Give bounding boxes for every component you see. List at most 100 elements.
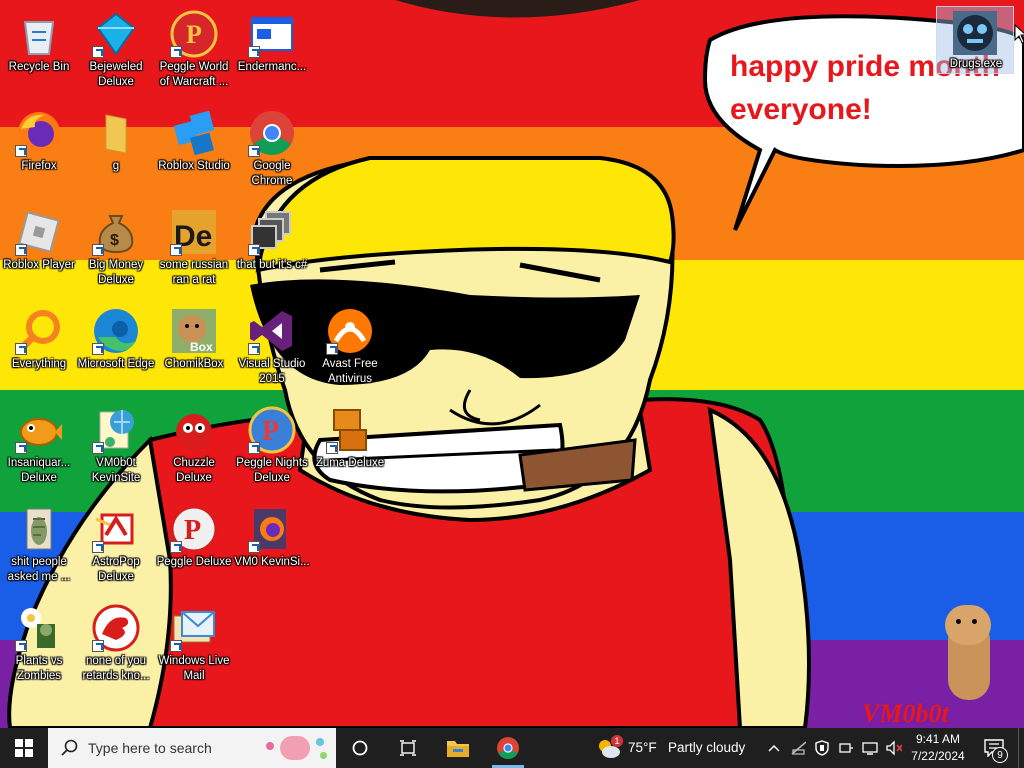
desktop-icon-visual-studio[interactable]: Visual Studio 2015: [233, 299, 311, 391]
search-placeholder: Type here to search: [88, 740, 212, 756]
windows-logo-icon: [15, 739, 33, 757]
weather-text: Partly cloudy: [668, 740, 746, 755]
globe-page-icon: [92, 406, 140, 454]
firefox-doc-icon: [248, 505, 296, 553]
weather-temp: 75°F: [628, 740, 657, 755]
taskbar: Type here to search 1 75°F Partly cloudy…: [0, 728, 1024, 768]
desktop-wallpaper[interactable]: happy pride month everyone! VM0b0t Recyc…: [0, 0, 1024, 728]
desktop-icon-firefox[interactable]: Firefox: [0, 101, 78, 193]
desktop-icon-zuma[interactable]: Zuma Deluxe: [311, 398, 389, 490]
svg-text:P: P: [184, 515, 201, 546]
search-box[interactable]: Type here to search: [48, 728, 336, 768]
zuma-icon: [326, 406, 374, 454]
hamster-image: [940, 605, 1000, 705]
desktop-icon-g[interactable]: g: [77, 101, 155, 193]
chrome-icon: [248, 109, 296, 157]
desktop-icon-insaniquarium[interactable]: Insaniquar... Deluxe: [0, 398, 78, 490]
desktop-icon-peggle-wow[interactable]: P Peggle World of Warcraft ...: [155, 2, 233, 94]
show-hidden-icons-button[interactable]: [764, 728, 784, 768]
desktop-icon-csharp[interactable]: that but it's c#: [233, 200, 311, 292]
desktop-icon-none-of-you[interactable]: none of you retards kno...: [77, 596, 155, 688]
chomikbox-icon: Box: [170, 307, 218, 355]
desktop-icon-astropop[interactable]: AstroPop Deluxe: [77, 497, 155, 589]
desktop-icon-vm0b0t-kevinsite[interactable]: VM0b0t KevinSite: [77, 398, 155, 490]
chrome-taskbar-icon: [497, 737, 519, 759]
document-icon: [15, 505, 63, 553]
search-icon: [61, 739, 78, 756]
stack-windows-icon: [248, 208, 296, 256]
weather-widget[interactable]: 1 75°F Partly cloudy: [594, 728, 756, 768]
roblox-player-icon: [15, 208, 63, 256]
desktop-icon-endermanch[interactable]: Endermanc...: [233, 2, 311, 94]
window-icon: [248, 10, 296, 58]
chrome-taskbar-button[interactable]: [486, 728, 530, 768]
desktop-icon-roblox-studio[interactable]: Roblox Studio: [155, 101, 233, 193]
desktop-icon-chuzzle[interactable]: Chuzzle Deluxe: [155, 398, 233, 490]
mouse-cursor: [1014, 24, 1024, 44]
mail-icon: [170, 604, 218, 652]
peggle-icon: P: [170, 10, 218, 58]
fish-icon: [15, 406, 63, 454]
desktop-icon-avast[interactable]: Avast Free Antivirus: [311, 299, 389, 391]
start-button[interactable]: [0, 728, 48, 768]
desktop-icon-shit-people-asked[interactable]: shit people asked me ...: [0, 497, 78, 589]
desktop-icon-big-money[interactable]: $ Big Money Deluxe: [77, 200, 155, 292]
desktop-icon-drugs-exe[interactable]: Drugs.exe: [936, 6, 1014, 74]
file-explorer-icon: [447, 741, 469, 757]
network-disconnected-icon[interactable]: [790, 740, 806, 756]
top-dark-shape: [395, 0, 640, 18]
svg-text:$: $: [110, 232, 119, 249]
edge-icon: [92, 307, 140, 355]
task-view-button[interactable]: [388, 728, 428, 768]
cortana-icon: [352, 740, 368, 756]
peggle-deluxe-icon: P: [170, 505, 218, 553]
recycle-bin-icon: [15, 10, 63, 58]
drugs-exe-icon: [951, 9, 999, 57]
clock[interactable]: 9:41 AM 7/22/2024: [906, 728, 970, 768]
desktop-icon-bejeweled[interactable]: Bejeweled Deluxe: [77, 2, 155, 94]
clock-time: 9:41 AM: [915, 732, 961, 746]
money-bag-icon: $: [92, 208, 140, 256]
file-explorer-button[interactable]: [436, 728, 480, 768]
firefox-icon: [15, 109, 63, 157]
desktop-icon-everything[interactable]: Everything: [0, 299, 78, 391]
network-icon[interactable]: [862, 740, 878, 756]
desktop-icon-vm0-kevinsite[interactable]: VM0 KevinSi...: [233, 497, 311, 589]
chuzzle-icon: [170, 406, 218, 454]
weather-badge: 1: [611, 735, 623, 747]
svg-text:P: P: [186, 20, 202, 49]
desktop-icon-windows-live-mail[interactable]: Windows Live Mail: [155, 596, 233, 688]
desktop-icon-chrome[interactable]: Google Chrome: [233, 101, 311, 193]
pvz-icon: [15, 604, 63, 652]
notification-count: 9: [992, 747, 1008, 763]
peggle-nights-icon: P: [248, 406, 296, 454]
task-view-icon: [400, 740, 416, 756]
de-app-icon: De: [170, 208, 218, 256]
show-desktop-button[interactable]: [1018, 728, 1024, 768]
cortana-button[interactable]: [340, 728, 380, 768]
red-bird-icon: [92, 604, 140, 652]
action-center-button[interactable]: 9: [976, 728, 1016, 768]
desktop-icon-edge[interactable]: Microsoft Edge: [77, 299, 155, 391]
desktop-icon-peggle-deluxe[interactable]: P Peggle Deluxe: [155, 497, 233, 589]
chevron-up-icon: [768, 744, 780, 752]
desktop-icon-roblox-player[interactable]: Roblox Player: [0, 200, 78, 292]
usb-eject-icon[interactable]: [838, 740, 854, 756]
astropop-icon: [92, 505, 140, 553]
bejeweled-icon: [92, 10, 140, 58]
svg-text:P: P: [262, 416, 279, 447]
visual-studio-icon: [248, 307, 296, 355]
volume-muted-icon[interactable]: [886, 740, 902, 756]
svg-text:Box: Box: [190, 340, 213, 354]
desktop-icon-chomikbox[interactable]: Box ChomikBox: [155, 299, 233, 391]
folder-icon: [92, 109, 140, 157]
desktop-icon-russian-rat[interactable]: De some russian ran a rat: [155, 200, 233, 292]
desktop-icon-peggle-nights[interactable]: P Peggle Nights Deluxe: [233, 398, 311, 490]
search-highlight-image: [262, 732, 332, 764]
clock-date: 7/22/2024: [911, 749, 965, 763]
roblox-studio-icon: [170, 109, 218, 157]
desktop-icon-pvz[interactable]: Plants vs Zombies: [0, 596, 78, 688]
avast-icon: [326, 307, 374, 355]
security-shield-icon[interactable]: [814, 740, 830, 756]
desktop-icon-recycle-bin[interactable]: Recycle Bin: [0, 2, 78, 94]
